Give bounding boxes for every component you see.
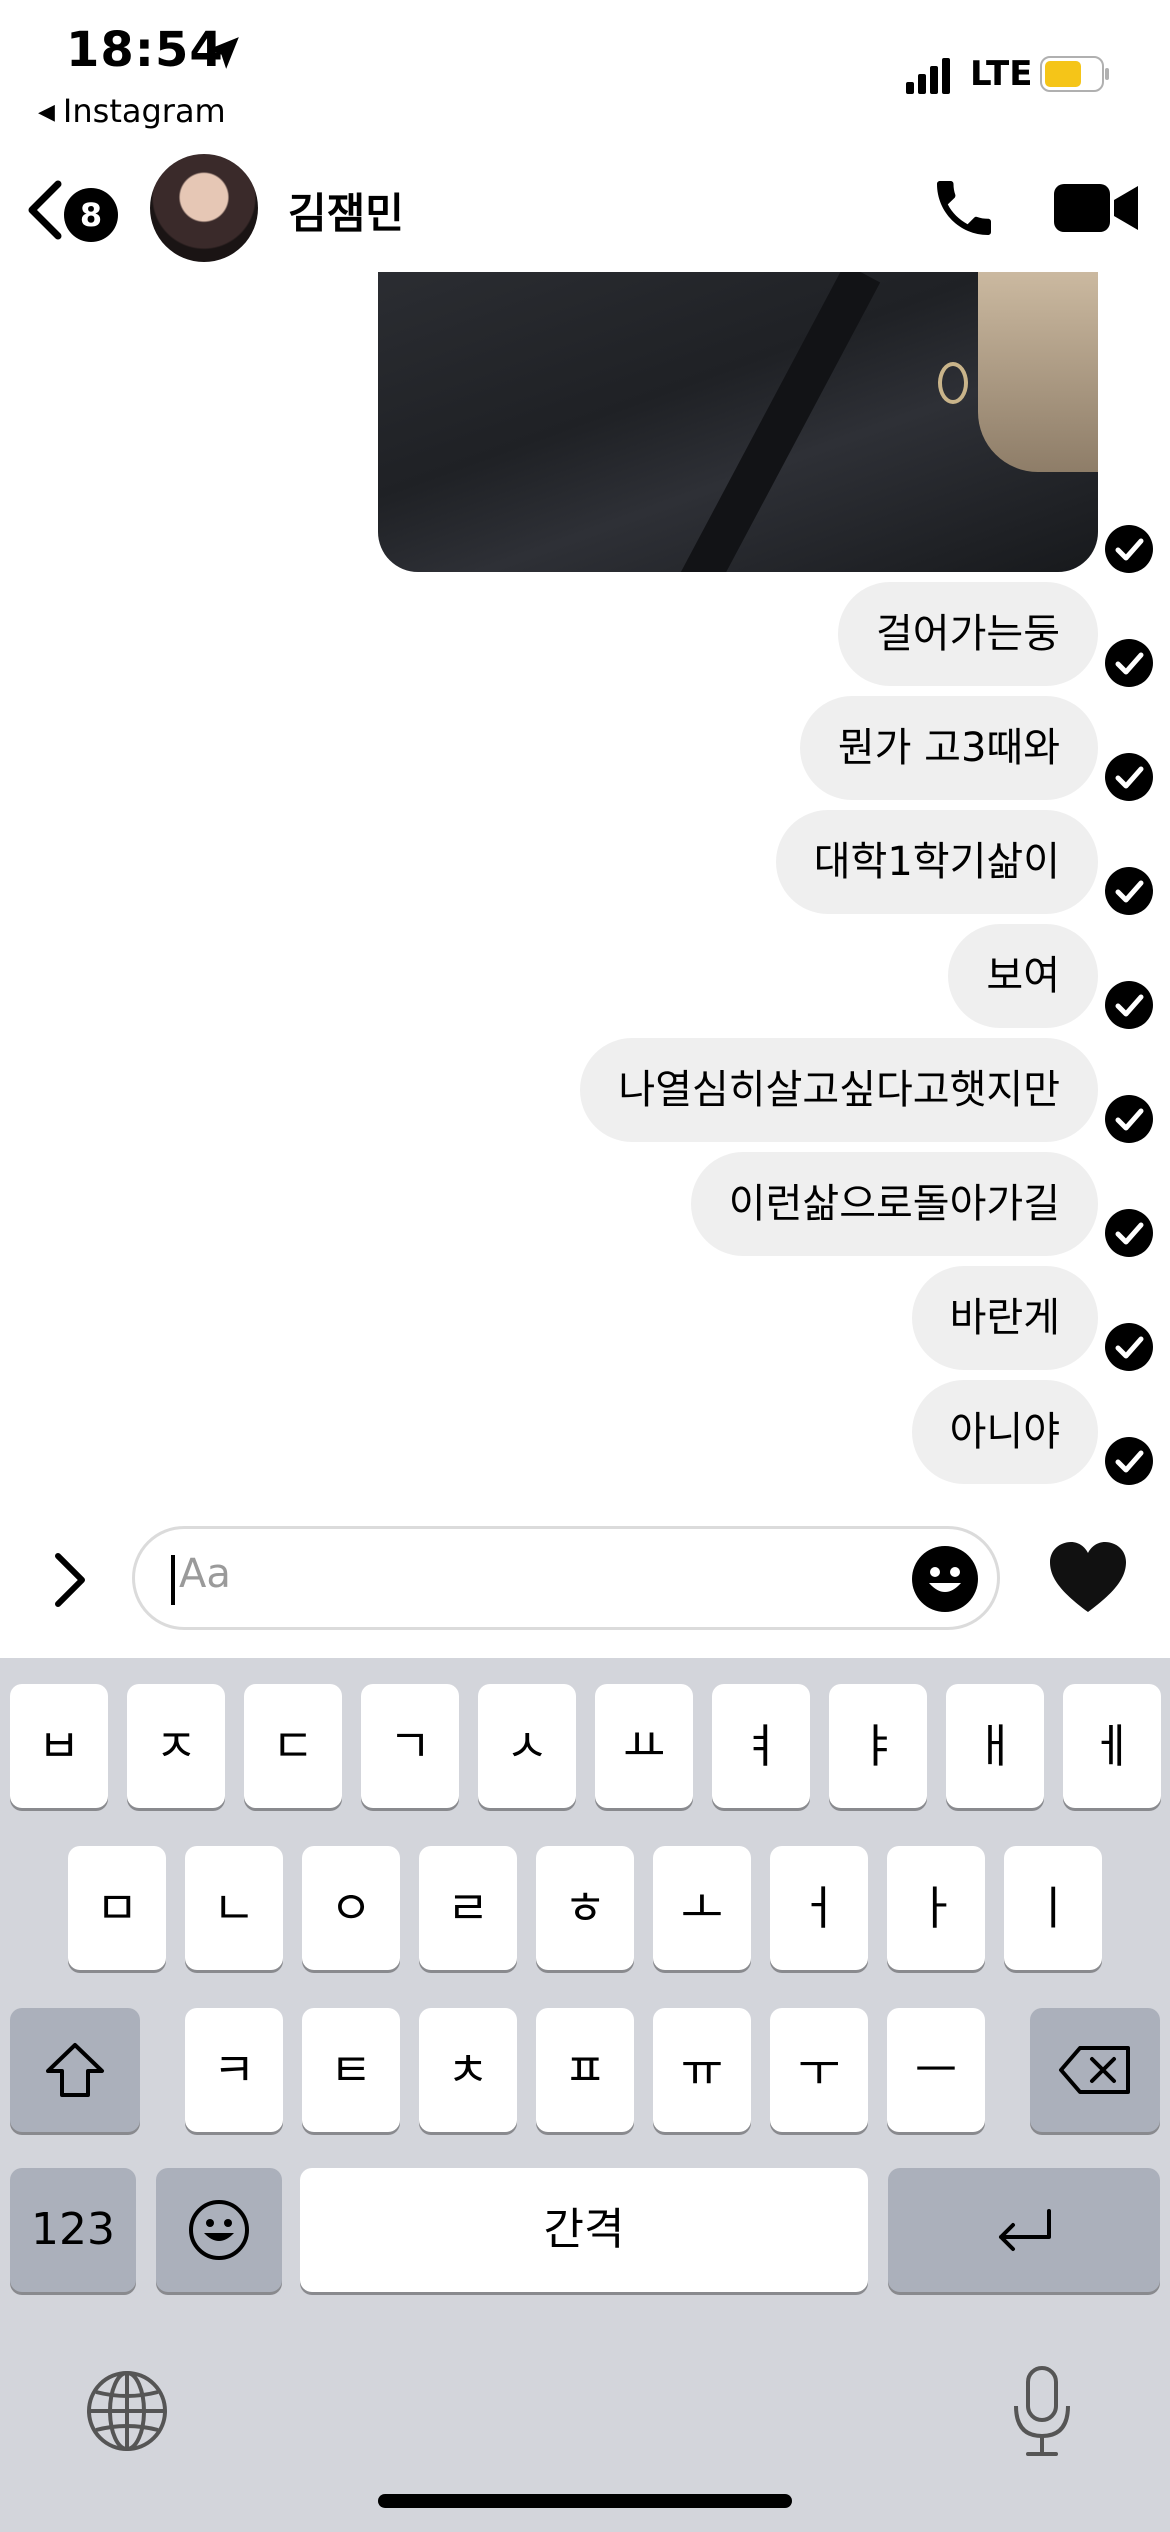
key[interactable]: ㄹ [419,1846,517,1970]
shift-arrow-icon [46,2043,104,2097]
read-check-icon [1105,981,1153,1029]
unread-badge: 8 [64,188,118,242]
key[interactable]: ㅐ [946,1684,1044,1808]
key[interactable]: ㄱ [361,1684,459,1808]
globe-icon[interactable] [86,2370,168,2452]
microphone-icon[interactable] [1010,2364,1074,2458]
key[interactable]: ㅜ [770,2008,868,2132]
key[interactable]: ㄷ [244,1684,342,1808]
backspace-key[interactable] [1030,2008,1160,2132]
location-arrow-icon [207,37,239,69]
key[interactable]: ㅊ [419,2008,517,2132]
read-check-icon [1105,1437,1153,1485]
shared-photo[interactable] [378,272,1098,572]
read-check-icon [1105,525,1153,573]
backspace-icon [1059,2046,1130,2094]
back-app-label: Instagram [62,92,226,130]
text-caret [171,1555,175,1605]
back-to-app-link[interactable]: ◀ Instagram [38,92,226,130]
key[interactable]: ㅗ [653,1846,751,1970]
emoji-icon [189,2200,249,2260]
key[interactable]: ㅍ [536,2008,634,2132]
video-camera-icon[interactable] [1054,178,1138,238]
key[interactable]: ㅌ [302,2008,400,2132]
message-bubble[interactable]: 대학1학기삶이 [775,810,1098,914]
key[interactable]: ㅅ [478,1684,576,1808]
message-bubble[interactable]: 나열심히살고싶다고햇지만 [580,1038,1098,1142]
message-placeholder: Aa [179,1551,231,1597]
cellular-signal-icon [906,58,950,94]
space-key[interactable]: 간격 [300,2168,868,2292]
back-triangle-icon: ◀ [38,100,55,125]
emoji-key[interactable] [156,2168,282,2292]
key[interactable]: ㅋ [185,2008,283,2132]
avatar[interactable] [150,154,258,262]
battery-icon [1040,56,1109,92]
key[interactable]: ㅣ [1004,1846,1102,1970]
numbers-key[interactable]: 123 [10,2168,136,2292]
read-check-icon [1105,1209,1153,1257]
message-bubble[interactable]: 걸어가는둥 [838,582,1098,686]
contact-name[interactable]: 김잼민 [288,180,404,241]
key[interactable]: ㅁ [68,1846,166,1970]
key[interactable]: ㅓ [770,1846,868,1970]
expand-actions-chevron-icon[interactable] [50,1550,90,1610]
read-check-icon [1105,753,1153,801]
chat-header: 8 김잼민 [0,150,1170,270]
return-arrow-icon [999,2209,1051,2251]
key[interactable]: ㅏ [887,1846,985,1970]
message-bubble[interactable]: 바란게 [911,1266,1098,1370]
clock: 18:54 [66,22,224,78]
key[interactable]: ㅈ [127,1684,225,1808]
shift-key[interactable] [10,2008,140,2132]
return-key[interactable] [888,2168,1160,2292]
message-bubble[interactable]: 아니야 [911,1380,1098,1484]
sticker-smiley-icon[interactable] [911,1545,979,1613]
key[interactable]: ㅎ [536,1846,634,1970]
keyboard: ㅂ ㅈ ㄷ ㄱ ㅅ ㅛ ㅕ ㅑ ㅐ ㅔ ㅁ ㄴ ㅇ ㄹ ㅎ ㅗ ㅓ ㅏ ㅣ ㅋ … [0,1658,1170,2532]
back-chevron-icon[interactable] [22,178,66,242]
key[interactable]: ㅠ [653,2008,751,2132]
key[interactable]: ㅂ [10,1684,108,1808]
message-input[interactable]: Aa [132,1526,1000,1630]
key[interactable]: ㅕ [712,1684,810,1808]
phone-icon[interactable] [928,172,1000,244]
key[interactable]: ㅔ [1063,1684,1161,1808]
network-type: LTE [970,54,1033,94]
message-bubble[interactable]: 이런삶으로돌아가길 [690,1152,1098,1256]
key[interactable]: ㅑ [829,1684,927,1808]
message-bubble[interactable]: 보여 [948,924,1098,1028]
key[interactable]: ㅇ [302,1846,400,1970]
message-bubble[interactable]: 뭔가 고3때와 [799,696,1098,800]
status-bar: 18:54 ◀ Instagram LTE [0,0,1170,140]
read-check-icon [1105,639,1153,687]
read-check-icon [1105,1095,1153,1143]
key[interactable]: ㅡ [887,2008,985,2132]
key[interactable]: ㅛ [595,1684,693,1808]
heart-icon[interactable] [1048,1540,1128,1614]
read-check-icon [1105,867,1153,915]
key[interactable]: ㄴ [185,1846,283,1970]
home-indicator[interactable] [378,2494,792,2508]
read-check-icon [1105,1323,1153,1371]
